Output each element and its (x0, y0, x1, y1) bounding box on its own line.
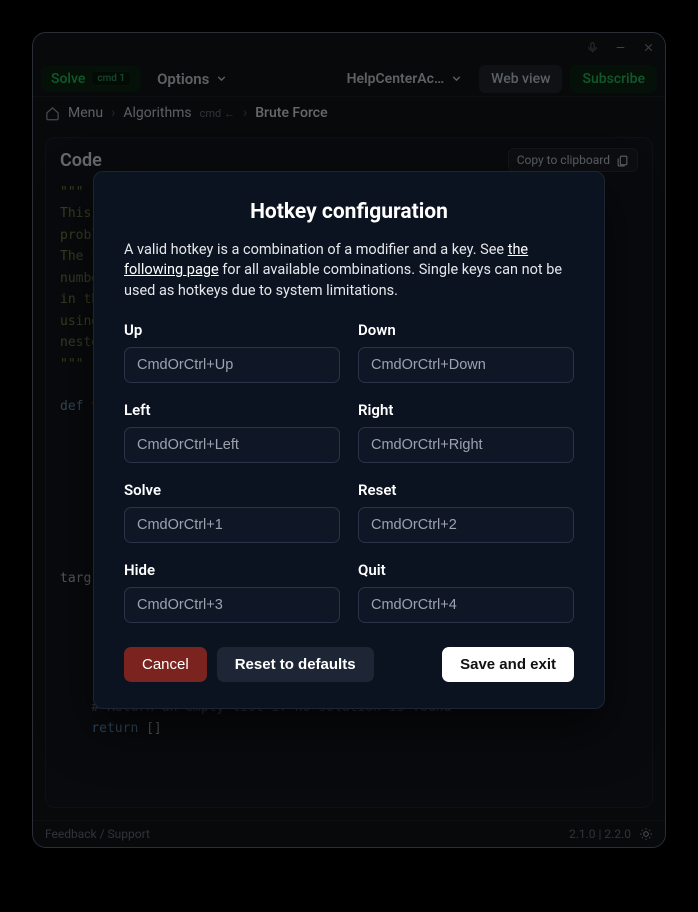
field-label: Quit (358, 561, 574, 579)
hotkey-field-reset: Reset (358, 481, 574, 543)
field-label: Left (124, 401, 340, 419)
app-window: Solve cmd 1 Options HelpCenterAc… Web vi… (32, 32, 666, 848)
field-label: Hide (124, 561, 340, 579)
hotkey-field-down: Down (358, 321, 574, 383)
hotkey-field-solve: Solve (124, 481, 340, 543)
hotkey-field-left: Left (124, 401, 340, 463)
cancel-button[interactable]: Cancel (124, 647, 207, 682)
hotkey-input-right[interactable] (358, 427, 574, 463)
hotkey-input-reset[interactable] (358, 507, 574, 543)
hotkey-modal: Hotkey configuration A valid hotkey is a… (93, 171, 605, 709)
hotkey-field-right: Right (358, 401, 574, 463)
modal-description: A valid hotkey is a combination of a mod… (124, 240, 574, 301)
hotkey-field-up: Up (124, 321, 340, 383)
modal-actions: Cancel Reset to defaults Save and exit (124, 647, 574, 682)
hotkey-input-left[interactable] (124, 427, 340, 463)
modal-title: Hotkey configuration (124, 200, 574, 224)
hotkey-input-down[interactable] (358, 347, 574, 383)
reset-defaults-button[interactable]: Reset to defaults (217, 647, 374, 682)
field-label: Up (124, 321, 340, 339)
hotkey-field-grid: Up Down Left Right Solve (124, 321, 574, 623)
hotkey-input-quit[interactable] (358, 587, 574, 623)
field-label: Reset (358, 481, 574, 499)
field-label: Down (358, 321, 574, 339)
hotkey-field-hide: Hide (124, 561, 340, 623)
field-label: Solve (124, 481, 340, 499)
save-exit-button[interactable]: Save and exit (442, 647, 574, 682)
modal-scrim[interactable]: Hotkey configuration A valid hotkey is a… (33, 33, 665, 847)
hotkey-input-up[interactable] (124, 347, 340, 383)
hotkey-field-quit: Quit (358, 561, 574, 623)
hotkey-input-hide[interactable] (124, 587, 340, 623)
hotkey-input-solve[interactable] (124, 507, 340, 543)
field-label: Right (358, 401, 574, 419)
